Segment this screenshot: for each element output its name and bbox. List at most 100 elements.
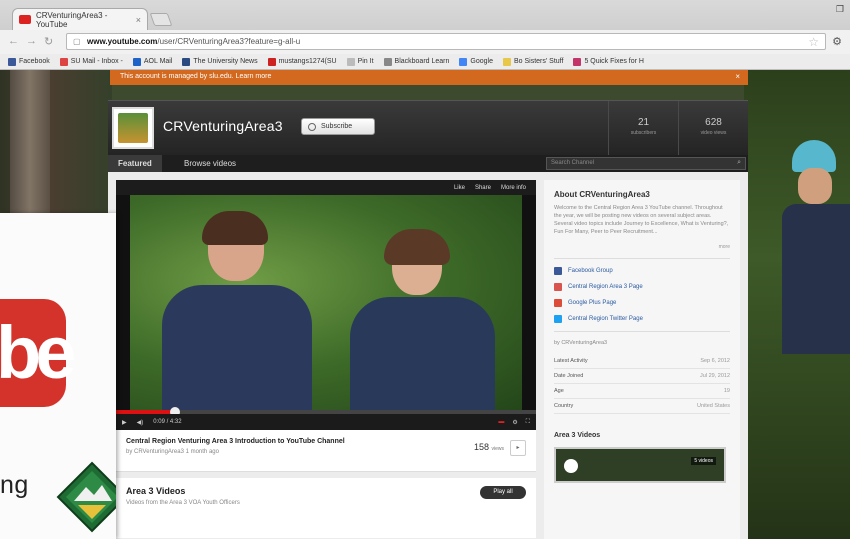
background-photo-right <box>744 70 850 539</box>
section-subtitle: Videos from the Area 3 VOA Youth Officer… <box>126 500 240 506</box>
link-facebook-group[interactable]: Facebook Group <box>554 267 730 275</box>
more-info-action[interactable]: More info <box>501 185 526 191</box>
about-title: About CRVenturingArea3 <box>554 190 650 199</box>
browser-tab[interactable]: CRVenturingArea3 - YouTube × <box>12 8 148 30</box>
video-title[interactable]: Central Region Venturing Area 3 Introduc… <box>126 438 526 445</box>
face <box>798 168 832 204</box>
google-plus-icon <box>554 299 562 307</box>
google-icon <box>459 57 468 66</box>
about-sidebar: About CRVenturingArea3 Welcome to the Ce… <box>544 180 740 539</box>
meta-row: Country United States <box>554 399 730 414</box>
bookmark-item[interactable]: Bo Sisters' Stuff <box>502 57 563 66</box>
web-icon <box>554 283 562 291</box>
shirt <box>782 204 850 354</box>
tab-featured[interactable]: Featured <box>108 155 162 172</box>
youtube-icon <box>267 57 276 66</box>
bookmarks-bar: Facebook SU Mail - Inbox - AOL Mail The … <box>0 54 850 70</box>
section-title: Area 3 Videos <box>126 486 186 496</box>
time-display: 0:09 / 4:32 <box>153 419 182 425</box>
bookmark-item[interactable]: 5 Quick Fixes for H <box>573 57 644 66</box>
bookmark-item[interactable]: Facebook <box>8 57 50 66</box>
bookmark-star-icon[interactable]: ☆ <box>808 35 819 49</box>
link-twitter[interactable]: Central Region Twitter Page <box>554 315 730 323</box>
pinterest-icon <box>573 57 582 66</box>
back-icon[interactable]: ← <box>8 35 19 47</box>
player-controls: ▶ ◀) 0:09 / 4:32 ▬ ⚙ ⛶ <box>116 414 536 430</box>
playlist-count: 5 videos <box>691 457 716 465</box>
search-icon[interactable]: ⌕ <box>737 159 741 167</box>
bookmark-item[interactable]: Blackboard Learn <box>383 57 449 66</box>
url-path: /user/CRVenturingArea3?feature=g-all-u <box>157 37 301 46</box>
channel-stats: 21 subscribers 628 video views <box>608 101 748 156</box>
channel-meta: Latest Activity Sep 6, 2012 Date Joined Ju… <box>554 354 730 414</box>
facebook-icon <box>554 267 562 275</box>
overlay-word: ng <box>0 471 29 499</box>
meta-row: Age 19 <box>554 384 730 399</box>
view-count: 158 views <box>473 442 504 452</box>
sidebar-videos-title: Area 3 Videos <box>554 432 601 439</box>
channel-name: CRVenturingArea3 <box>163 118 283 134</box>
bookmark-item[interactable]: Google <box>459 57 493 66</box>
play-icon[interactable]: ▶ <box>122 419 127 426</box>
video-player[interactable]: Like Share More info ▶ ◀) 0:09 / 4:32 ▬ … <box>116 180 536 430</box>
video-frame[interactable] <box>130 195 522 410</box>
channel-avatar[interactable] <box>112 107 154 149</box>
logo-overlay-card: be ng <box>0 213 116 539</box>
tab-close-icon[interactable]: × <box>136 15 141 25</box>
video-expand-button[interactable]: ▸ <box>510 440 526 456</box>
youtube-logo-letters: be <box>0 311 76 394</box>
reload-icon[interactable]: ↻ <box>44 35 53 48</box>
twitter-icon <box>554 315 562 323</box>
stat-video-views: 628 video views <box>678 101 748 156</box>
volume-icon[interactable]: ◀) <box>137 419 144 426</box>
player-top-bar: Like Share More info <box>116 180 536 195</box>
like-action[interactable]: Like <box>454 185 465 191</box>
banner-close-icon[interactable]: × <box>735 72 740 81</box>
wrench-menu-icon[interactable]: ⚙ <box>832 35 842 48</box>
subscribe-icon <box>308 122 316 131</box>
link-area3-page[interactable]: Central Region Area 3 Page <box>554 283 730 291</box>
url-domain: www.youtube.com <box>87 37 158 46</box>
screenshot-root: CRVenturingArea3 - YouTube × ❐ ← → ↻ ▢ w… <box>0 0 850 539</box>
channel-links: Facebook Group Central Region Area 3 Pag… <box>554 258 730 323</box>
about-description: Welcome to the Central Region Area 3 You… <box>554 205 729 235</box>
aol-icon <box>132 57 141 66</box>
tab-browse-videos[interactable]: Browse videos <box>174 155 246 172</box>
folder-icon <box>502 57 511 66</box>
bookmark-item[interactable]: mustangs1274(SU <box>267 57 337 66</box>
facebook-icon <box>8 57 16 66</box>
mail-icon <box>59 57 68 66</box>
area3-videos-section: Area 3 Videos Videos from the Area 3 VOA… <box>116 478 536 538</box>
news-icon <box>182 57 191 66</box>
managed-account-banner: This account is managed by slu.edu. Lear… <box>110 70 748 85</box>
address-bar[interactable]: ▢ www.youtube.com/user/CRVenturingArea3?… <box>66 33 826 50</box>
share-action[interactable]: Share <box>475 185 491 191</box>
forward-icon[interactable]: → <box>26 35 37 47</box>
about-more-link[interactable]: more <box>554 244 730 250</box>
browser-toolbar: ← → ↻ ▢ www.youtube.com/user/CRVenturing… <box>0 30 850 54</box>
subscribe-button[interactable]: Subscribe <box>301 118 375 135</box>
channel-header: CRVenturingArea3 Subscribe 21 subscriber… <box>108 100 748 156</box>
youtube-logo-icon[interactable]: ▬ <box>498 419 504 426</box>
playlist-thumbnail[interactable]: 5 videos <box>554 447 726 483</box>
youtube-channel-page: This account is managed by slu.edu. Lear… <box>0 70 850 539</box>
bookmark-item[interactable]: SU Mail - Inbox - <box>59 57 123 66</box>
blackboard-icon <box>383 57 392 66</box>
settings-icon[interactable]: ⚙ <box>512 419 517 426</box>
page-icon <box>346 57 355 66</box>
meta-row: Date Joined Jul 29, 2012 <box>554 369 730 384</box>
meta-row: Latest Activity Sep 6, 2012 <box>554 354 730 369</box>
link-google-plus[interactable]: Google Plus Page <box>554 299 730 307</box>
new-tab-button[interactable] <box>149 13 173 26</box>
climber-photo <box>780 110 850 354</box>
window-restore-icon[interactable]: ❐ <box>836 4 844 15</box>
bookmark-item[interactable]: AOL Mail <box>132 57 172 66</box>
play-all-button[interactable]: Play all <box>480 486 526 499</box>
bookmark-item[interactable]: The University News <box>182 57 258 66</box>
video-byline: by CRVenturingArea3 1 month ago <box>126 449 219 455</box>
scout-left <box>162 211 322 410</box>
bookmark-item[interactable]: Pin It <box>346 57 374 66</box>
sidebar-byline[interactable]: by CRVenturingArea3 <box>554 331 730 346</box>
channel-search-input[interactable]: Search Channel ⌕ <box>546 157 746 170</box>
fullscreen-icon[interactable]: ⛶ <box>526 419 530 426</box>
